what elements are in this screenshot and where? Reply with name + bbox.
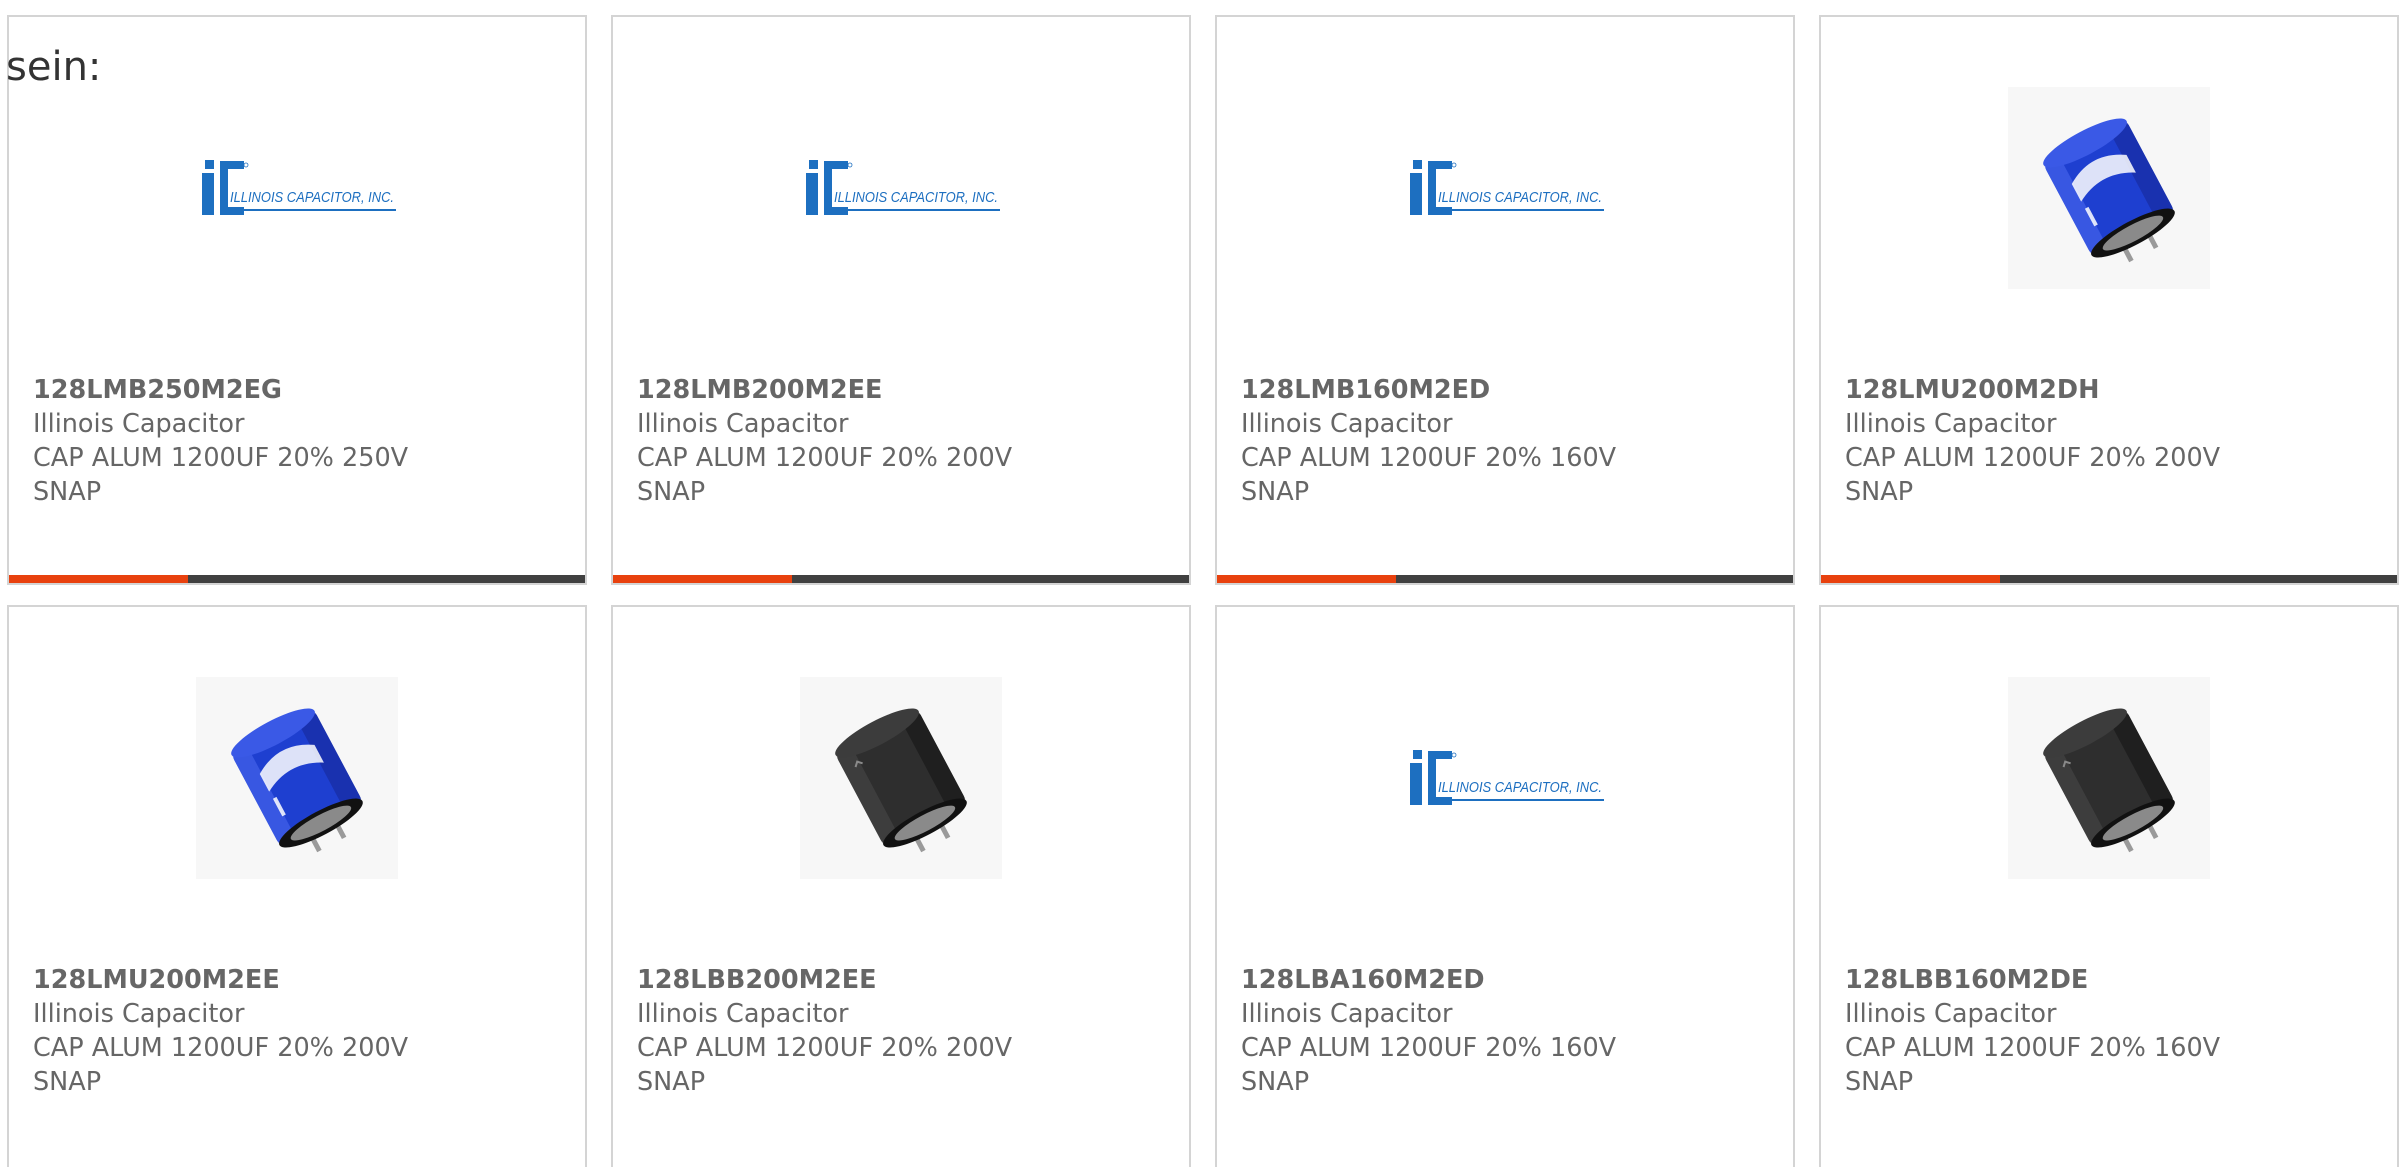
- product-description-continued: SNAP: [1845, 477, 1914, 507]
- product-card[interactable]: 128LBB200M2EE Illinois Capacitor CAP ALUM …: [611, 605, 1191, 1167]
- illinois-capacitor-logo: ILLINOIS CAPACITOR, INC.: [202, 160, 396, 215]
- product-image[interactable]: ILLINOIS CAPACITOR, INC.: [1404, 87, 1606, 289]
- product-details: 128LMU200M2EE Illinois Capacitor CAP ALUM …: [33, 963, 569, 1099]
- svg-text:ILLINOIS CAPACITOR, INC.: ILLINOIS CAPACITOR, INC.: [230, 190, 394, 206]
- product-details: 128LBB200M2EE Illinois Capacitor CAP ALUM …: [637, 963, 1173, 1099]
- part-number[interactable]: 128LMU200M2EE: [33, 963, 569, 997]
- product-details: 128LBA160M2ED Illinois Capacitor CAP ALUM …: [1241, 963, 1777, 1099]
- product-image[interactable]: [196, 677, 398, 879]
- product-description: CAP ALUM 1200UF 20% 200V: [1845, 443, 2221, 473]
- product-description: CAP ALUM 1200UF 20% 200V: [33, 1033, 409, 1063]
- progress-bar-fill: [613, 575, 792, 583]
- part-number[interactable]: 128LMB250M2EG: [33, 373, 569, 407]
- product-description-continued: SNAP: [33, 477, 102, 507]
- product-description: CAP ALUM 1200UF 20% 200V: [637, 1033, 1013, 1063]
- product-image[interactable]: [2008, 87, 2210, 289]
- manufacturer-name: Illinois Capacitor: [637, 409, 849, 439]
- product-card[interactable]: 128LMU200M2EE Illinois Capacitor CAP ALUM …: [7, 605, 587, 1167]
- manufacturer-name: Illinois Capacitor: [1845, 409, 2057, 439]
- blue-capacitor-icon: [2008, 87, 2210, 289]
- illinois-capacitor-logo: ILLINOIS CAPACITOR, INC.: [1410, 160, 1604, 215]
- progress-bar-fill: [1821, 575, 2000, 583]
- blue-capacitor-icon: [196, 677, 398, 879]
- product-description: CAP ALUM 1200UF 20% 160V: [1241, 443, 1617, 473]
- svg-text:ILLINOIS CAPACITOR, INC.: ILLINOIS CAPACITOR, INC.: [1438, 190, 1602, 206]
- product-card[interactable]: ILLINOIS CAPACITOR, INC. 128LMB250M2EG Ill…: [7, 15, 587, 585]
- manufacturer-name: Illinois Capacitor: [33, 999, 245, 1029]
- product-description: CAP ALUM 1200UF 20% 160V: [1845, 1033, 2221, 1063]
- product-image[interactable]: [800, 677, 1002, 879]
- product-grid-page: sein: ILLINOIS CAPACITOR, INC. 128LMB250M…: [0, 0, 2400, 1167]
- part-number[interactable]: 128LMU200M2DH: [1845, 373, 2381, 407]
- product-description-continued: SNAP: [637, 477, 706, 507]
- manufacturer-name: Illinois Capacitor: [1845, 999, 2057, 1029]
- product-details: 128LMU200M2DH Illinois Capacitor CAP ALUM …: [1845, 373, 2381, 509]
- product-description-continued: SNAP: [1241, 1067, 1310, 1097]
- manufacturer-name: Illinois Capacitor: [1241, 409, 1453, 439]
- illinois-capacitor-logo: ILLINOIS CAPACITOR, INC.: [806, 160, 1000, 215]
- progress-bar-fill: [9, 575, 188, 583]
- product-image[interactable]: ILLINOIS CAPACITOR, INC.: [800, 87, 1002, 289]
- product-image[interactable]: ILLINOIS CAPACITOR, INC.: [196, 87, 398, 289]
- product-card[interactable]: ILLINOIS CAPACITOR, INC. 128LBA160M2ED Ill…: [1215, 605, 1795, 1167]
- product-card[interactable]: ILLINOIS CAPACITOR, INC. 128LMB160M2ED Ill…: [1215, 15, 1795, 585]
- progress-bar-fill: [1217, 575, 1396, 583]
- part-number[interactable]: 128LBB160M2DE: [1845, 963, 2381, 997]
- part-number[interactable]: 128LMB200M2EE: [637, 373, 1173, 407]
- product-card[interactable]: ILLINOIS CAPACITOR, INC. 128LMB200M2EE Ill…: [611, 15, 1191, 585]
- product-details: 128LMB200M2EE Illinois Capacitor CAP ALUM …: [637, 373, 1173, 509]
- black-capacitor-icon: [2008, 677, 2210, 879]
- illinois-capacitor-logo: ILLINOIS CAPACITOR, INC.: [1410, 750, 1604, 805]
- product-description: CAP ALUM 1200UF 20% 250V: [33, 443, 409, 473]
- product-description-continued: SNAP: [33, 1067, 102, 1097]
- part-number[interactable]: 128LBA160M2ED: [1241, 963, 1777, 997]
- product-card[interactable]: 128LBB160M2DE Illinois Capacitor CAP ALUM …: [1819, 605, 2399, 1167]
- part-number[interactable]: 128LBB200M2EE: [637, 963, 1173, 997]
- product-details: 128LMB250M2EG Illinois Capacitor CAP ALUM …: [33, 373, 569, 509]
- manufacturer-name: Illinois Capacitor: [33, 409, 245, 439]
- svg-text:ILLINOIS CAPACITOR, INC.: ILLINOIS CAPACITOR, INC.: [834, 190, 998, 206]
- product-description: CAP ALUM 1200UF 20% 160V: [1241, 1033, 1617, 1063]
- product-description-continued: SNAP: [1845, 1067, 1914, 1097]
- product-details: 128LMB160M2ED Illinois Capacitor CAP ALUM …: [1241, 373, 1777, 509]
- svg-text:ILLINOIS CAPACITOR, INC.: ILLINOIS CAPACITOR, INC.: [1438, 780, 1602, 796]
- manufacturer-name: Illinois Capacitor: [1241, 999, 1453, 1029]
- product-card[interactable]: 128LMU200M2DH Illinois Capacitor CAP ALUM …: [1819, 15, 2399, 585]
- product-details: 128LBB160M2DE Illinois Capacitor CAP ALUM …: [1845, 963, 2381, 1099]
- part-number[interactable]: 128LMB160M2ED: [1241, 373, 1777, 407]
- product-image[interactable]: [2008, 677, 2210, 879]
- black-capacitor-icon: [800, 677, 1002, 879]
- loading-progress-bar: [1217, 575, 1793, 583]
- product-description: CAP ALUM 1200UF 20% 200V: [637, 443, 1013, 473]
- manufacturer-name: Illinois Capacitor: [637, 999, 849, 1029]
- product-description-continued: SNAP: [637, 1067, 706, 1097]
- loading-progress-bar: [613, 575, 1189, 583]
- loading-progress-bar: [9, 575, 585, 583]
- product-image[interactable]: ILLINOIS CAPACITOR, INC.: [1404, 677, 1606, 879]
- loading-progress-bar: [1821, 575, 2397, 583]
- intro-text: sein:: [6, 44, 102, 90]
- product-description-continued: SNAP: [1241, 477, 1310, 507]
